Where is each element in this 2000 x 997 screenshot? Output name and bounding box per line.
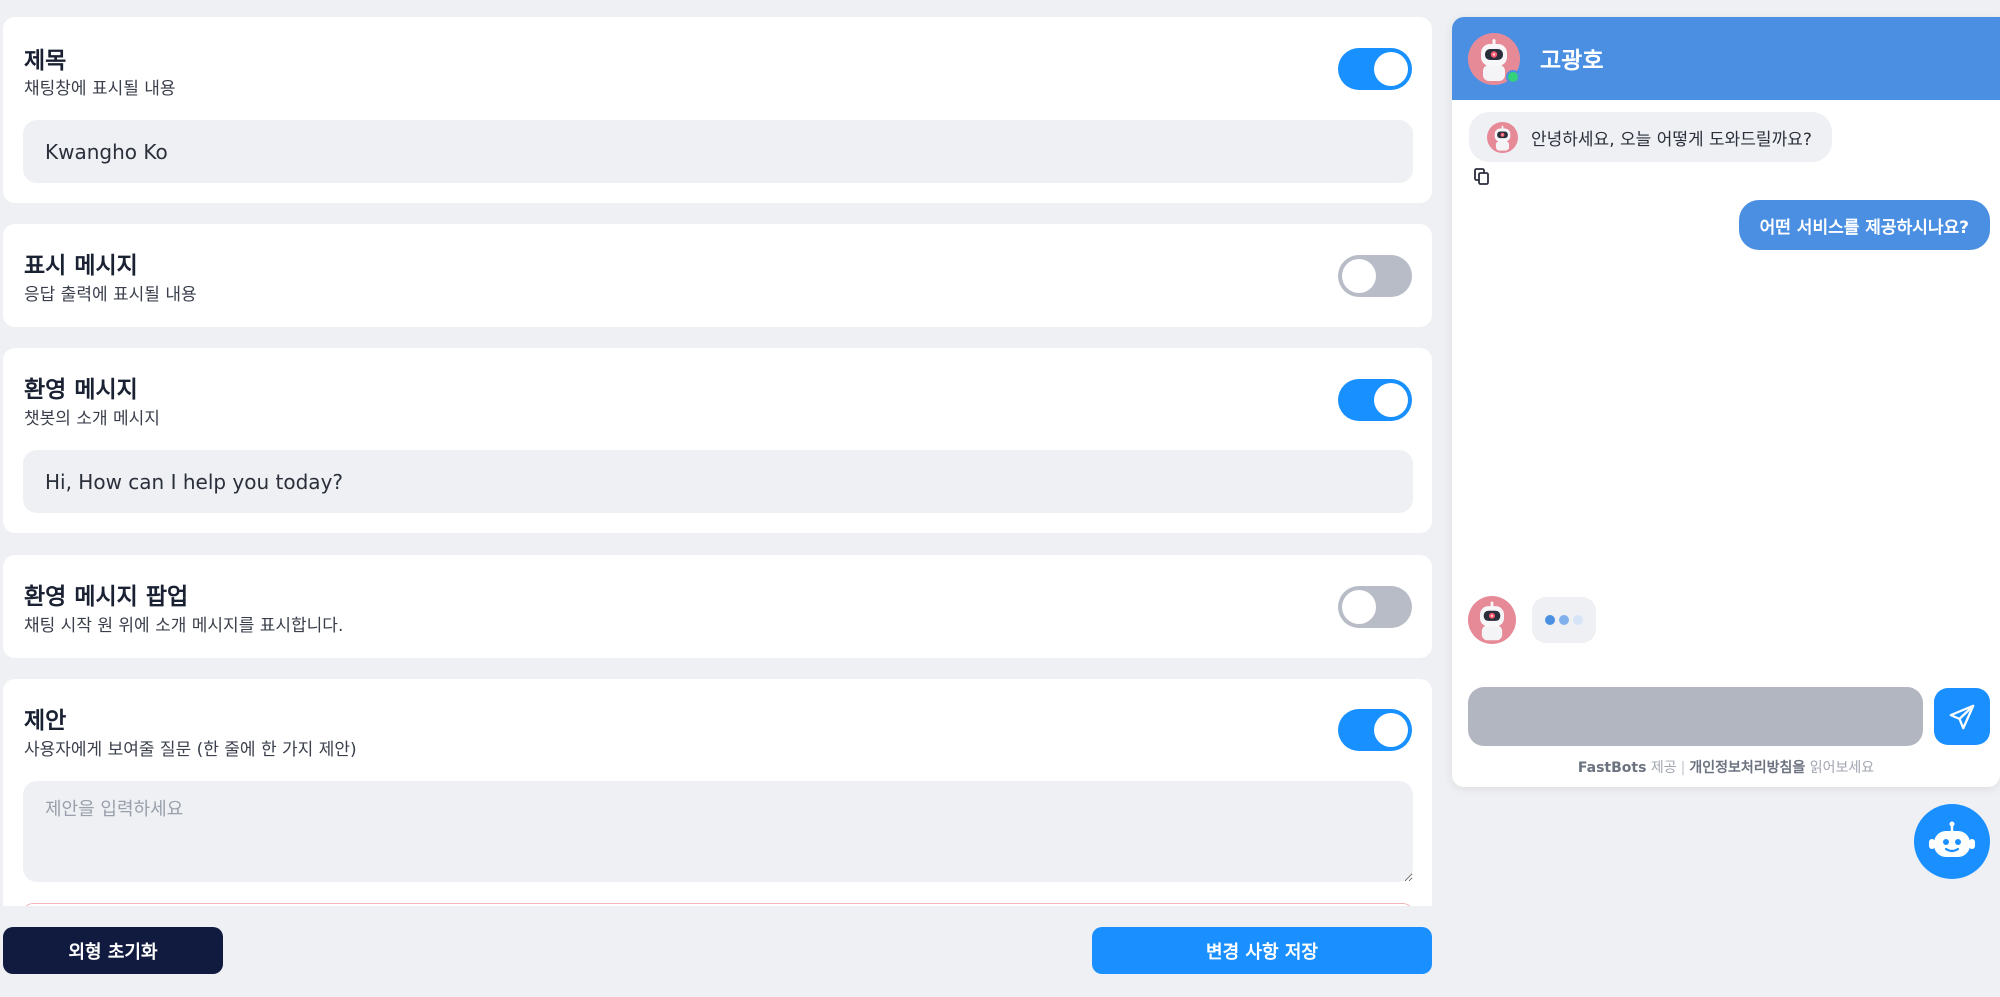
welcome-message-title: 환영 메시지 <box>24 377 138 403</box>
suggestions-title: 제안 <box>24 708 67 734</box>
suggestions-toggle[interactable] <box>1338 709 1412 751</box>
footer-brand-link[interactable]: FastBots <box>1578 760 1647 776</box>
welcome-popup-title: 환영 메시지 팝업 <box>24 584 189 610</box>
welcome-message-card: 환영 메시지 챗봇의 소개 메시지 <box>3 348 1432 533</box>
chatbot-launcher-icon <box>1929 821 1975 857</box>
chat-footer: FastBots 제공 | 개인정보처리방침을 읽어보세요 <box>1452 757 2000 777</box>
toggle-knob <box>1342 590 1376 624</box>
footer-privacy-link[interactable]: 개인정보처리방침을 <box>1689 760 1805 776</box>
send-icon <box>1949 704 1975 729</box>
toggle-knob <box>1374 52 1408 86</box>
save-changes-button[interactable]: 변경 사항 저장 <box>1092 927 1432 974</box>
footer-provided: 제공 <box>1650 760 1677 776</box>
online-status-dot <box>1506 70 1520 84</box>
suggestions-card: 제안 사용자에게 보여줄 질문 (한 줄에 한 가지 제안) <box>3 679 1432 906</box>
welcome-popup-desc: 채팅 시작 원 위에 소개 메시지를 표시합니다. <box>24 616 344 636</box>
suggestions-desc: 사용자에게 보여줄 질문 (한 줄에 한 가지 제안) <box>24 740 357 760</box>
reset-appearance-button[interactable]: 외형 초기화 <box>3 927 223 974</box>
chat-header: 고광호 <box>1452 17 2000 100</box>
send-button[interactable] <box>1934 688 1990 745</box>
typing-dot <box>1559 615 1569 625</box>
title-setting-desc: 채팅창에 표시될 내용 <box>24 79 176 99</box>
typing-dot <box>1573 615 1583 625</box>
display-message-title: 표시 메시지 <box>24 253 138 279</box>
welcome-message-input[interactable] <box>23 450 1413 513</box>
title-setting-card: 제목 채팅창에 표시될 내용 <box>3 17 1432 203</box>
bot-message-text: 안녕하세요, 오늘 어떻게 도와드릴까요? <box>1531 129 1812 150</box>
user-message-bubble: 어떤 서비스를 제공하시나요? <box>1738 200 1990 250</box>
display-message-desc: 응답 출력에 표시될 내용 <box>24 285 197 305</box>
suggestions-textarea[interactable] <box>23 781 1413 882</box>
welcome-message-desc: 챗봇의 소개 메시지 <box>24 409 160 429</box>
welcome-popup-card: 환영 메시지 팝업 채팅 시작 원 위에 소개 메시지를 표시합니다. <box>3 555 1432 658</box>
display-message-toggle[interactable] <box>1338 255 1412 297</box>
toggle-knob <box>1342 259 1376 293</box>
robot-avatar-icon <box>1468 596 1516 644</box>
chat-launcher-button[interactable] <box>1914 804 1990 879</box>
footer-read: 읽어보세요 <box>1809 760 1875 776</box>
chat-header-name: 고광호 <box>1540 48 1604 74</box>
toggle-knob <box>1374 383 1408 417</box>
toggle-knob <box>1374 713 1408 747</box>
copy-icon[interactable] <box>1473 167 1491 187</box>
typing-indicator <box>1532 597 1596 643</box>
settings-panel: 제목 채팅창에 표시될 내용 표시 메시지 응답 출력에 표시될 내용 환영 메… <box>3 0 1433 906</box>
bot-message-bubble: 안녕하세요, 오늘 어떻게 도와드릴까요? <box>1469 112 1832 162</box>
robot-avatar-icon <box>1487 122 1518 153</box>
title-toggle[interactable] <box>1338 48 1412 90</box>
display-message-card: 표시 메시지 응답 출력에 표시될 내용 <box>3 224 1432 327</box>
footer-separator: | <box>1680 760 1686 776</box>
chat-preview: 고광호 안녕하세요, 오늘 어떻게 도와드릴까요? 어떤 서비스를 제공하시나요… <box>1452 17 2000 787</box>
typing-dot <box>1545 615 1555 625</box>
title-input[interactable] <box>23 120 1413 183</box>
chat-message-input[interactable] <box>1468 687 1923 746</box>
title-setting-title: 제목 <box>24 48 67 74</box>
next-field-edge <box>23 903 1413 906</box>
user-message-text: 어떤 서비스를 제공하시나요? <box>1759 217 1969 238</box>
welcome-message-toggle[interactable] <box>1338 379 1412 421</box>
welcome-popup-toggle[interactable] <box>1338 586 1412 628</box>
